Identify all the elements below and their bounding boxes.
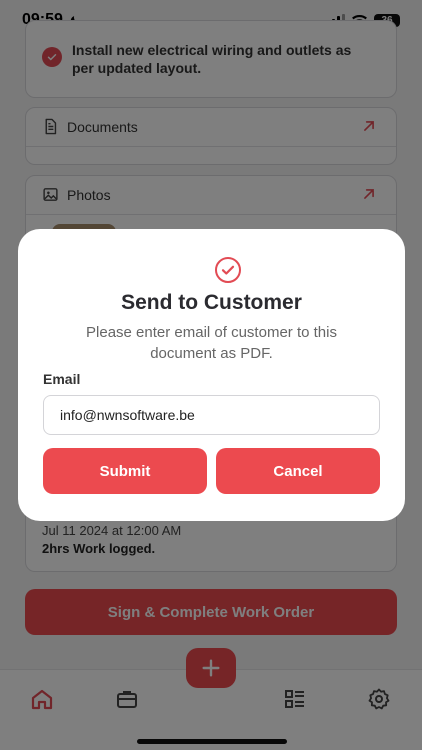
email-input[interactable]: [43, 395, 380, 435]
dialog-description: Please enter email of customer to this d…: [86, 324, 337, 362]
check-circle-icon: [215, 257, 241, 283]
dialog-title: Send to Customer: [121, 291, 302, 314]
submit-button[interactable]: Submit: [43, 448, 207, 494]
send-to-customer-dialog: Send to Customer Please enter email of c…: [18, 229, 405, 521]
email-label: Email: [43, 371, 81, 387]
cancel-button[interactable]: Cancel: [216, 448, 380, 494]
